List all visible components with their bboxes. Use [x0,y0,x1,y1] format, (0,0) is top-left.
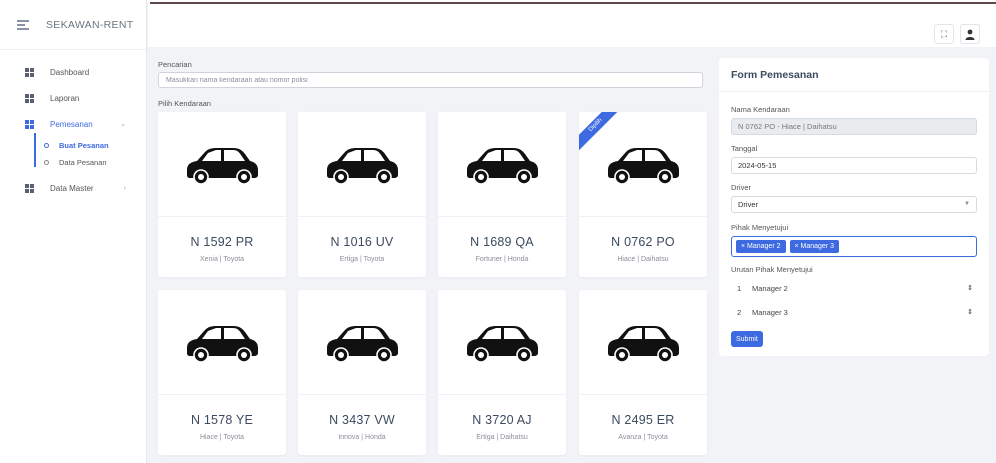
brand: SEKAWAN-RENT [0,0,146,50]
approval-order-row[interactable]: 1 Manager 2 ⇕ [731,278,977,298]
car-icon [187,148,258,185]
vehicle-image [438,112,566,216]
approver-chip[interactable]: × Manager 2 [736,240,786,253]
vehicle-type: Xenia | Toyota [199,256,245,263]
fullscreen-icon: ⛶ [940,28,948,39]
vehicle-plate: N 1578 YE [190,413,254,427]
vehicle-card[interactable]: N 1016 UV Ertiga | Toyota [298,112,426,277]
order-number: 1 [737,283,742,293]
submit-button[interactable]: Submit [731,331,763,347]
vehicle-card[interactable]: N 3437 VW Innova | Honda [298,290,426,455]
brand-name: SEKAWAN-RENT [46,18,134,31]
vehicle-plate: N 3437 VW [329,413,395,427]
approval-order-label: Urutan Pihak Menyetujui [731,265,813,274]
sidebar-subitem-buat-pesanan[interactable]: Buat Pesanan [0,137,146,154]
circle-icon [44,143,49,148]
chevron-down-icon: ▼ [964,201,970,207]
vehicle-type: Ertiga | Daihatsu [476,434,528,441]
car-icon [327,148,398,185]
car-icon [608,148,679,185]
approval-order-row[interactable]: 2 Manager 3 ⇕ [731,302,977,322]
order-name: Manager 3 [752,307,788,317]
date-field[interactable]: 2024-05-15 [731,157,977,174]
vehicle-type: Ertiga | Toyota [339,256,385,263]
fullscreen-button[interactable]: ⛶ [934,24,954,44]
vehicle-card[interactable]: N 1689 QA Fortuner | Honda [438,112,566,277]
grid-icon [25,119,35,129]
vehicle-plate: N 3720 AJ [472,413,532,427]
sidebar-item-data-master[interactable]: Data Master › [0,175,146,201]
booking-form: Form Pemesanan Nama Kendaraan N 0762 PO … [719,58,989,356]
vehicle-name-field: N 0762 PO - Hiace | Daihatsu [731,118,977,135]
vehicle-card[interactable]: N 2495 ER Avanza | Toyota [579,290,707,455]
order-number: 2 [737,307,742,317]
chevron-right-icon: › [123,184,126,192]
top-header: ⛶ [148,4,996,47]
vehicle-panel: Pencarian Pilih Kendaraan N 1592 PR Xenia… [148,47,708,463]
vehicles-label: Pilih Kendaraan [158,99,211,108]
sidebar-subitem-label: Buat Pesanan [59,141,109,150]
approver-multiselect[interactable]: × Manager 2 × Manager 3 [731,236,977,257]
search-input[interactable] [158,72,703,88]
vehicle-plate: N 1016 UV [330,235,394,249]
car-icon [608,326,679,363]
sort-icon[interactable]: ⇕ [967,284,973,292]
grid-icon [25,67,35,77]
sidebar-item-label: Data Master [50,183,94,193]
car-icon [467,326,538,363]
vehicle-type: Avanza | Toyota [618,434,668,441]
vehicle-type: Hiace | Daihatsu [617,256,669,263]
sidebar-item-label: Pemesanan [50,119,93,129]
sidebar-item-label: Laporan [50,93,80,103]
circle-icon [44,160,49,165]
vehicle-type: Innova | Honda [338,434,386,441]
driver-select[interactable]: Driver ▼ [731,196,977,213]
grid-icon [25,183,35,193]
sidebar-subitem-data-pesanan[interactable]: Data Pesanan [0,154,146,171]
active-indicator [34,133,36,167]
vehicle-image [298,112,426,216]
sidebar-nav: Dashboard Laporan Pemesanan ⌄ Buat Pesan… [0,50,146,201]
sidebar-item-label: Dashboard [50,67,90,77]
vehicle-card[interactable]: N 0762 PO Hiace | Daihatsu Dipilih [579,112,707,277]
vehicle-image [158,112,286,216]
vehicle-plate: N 2495 ER [611,413,675,427]
vehicle-type: Hiace | Toyota [199,434,245,441]
vehicle-card[interactable]: N 1592 PR Xenia | Toyota [158,112,286,277]
vehicle-plate: N 1592 PR [190,235,254,249]
grid-icon [25,93,35,103]
vehicle-plate: N 1689 QA [470,235,534,249]
car-icon [467,148,538,185]
user-menu-button[interactable] [960,24,980,44]
vehicle-type: Fortuner | Honda [475,256,529,263]
vehicle-image [438,290,566,394]
sidebar: SEKAWAN-RENT Dashboard Laporan Pemesanan… [0,0,147,463]
car-icon [327,326,398,363]
sort-icon[interactable]: ⇕ [967,308,973,316]
menu-toggle-icon[interactable] [17,19,29,30]
sidebar-item-dashboard[interactable]: Dashboard [0,59,146,85]
vehicle-image [579,290,707,394]
vehicle-card[interactable]: N 1578 YE Hiace | Toyota [158,290,286,455]
chevron-down-icon: ⌄ [120,121,126,128]
approver-label: Pihak Menyetujui [731,223,789,232]
vehicle-image [298,290,426,394]
sidebar-item-laporan[interactable]: Laporan [0,85,146,111]
vehicle-name-label: Nama Kendaraan [731,105,790,114]
vehicle-plate: N 0762 PO [611,235,675,249]
driver-label: Driver [731,183,751,192]
sidebar-subitem-label: Data Pesanan [59,158,107,167]
approver-chip[interactable]: × Manager 3 [789,240,839,253]
search-label: Pencarian [158,60,192,69]
car-icon [187,326,258,363]
user-icon [965,29,975,40]
sidebar-item-pemesanan[interactable]: Pemesanan ⌄ [0,111,146,137]
driver-select-value: Driver [738,200,758,209]
form-title: Form Pemesanan [731,69,819,81]
vehicle-image [158,290,286,394]
vehicle-card[interactable]: N 3720 AJ Ertiga | Daihatsu [438,290,566,455]
date-label: Tanggal [731,144,758,153]
order-name: Manager 2 [752,283,788,293]
